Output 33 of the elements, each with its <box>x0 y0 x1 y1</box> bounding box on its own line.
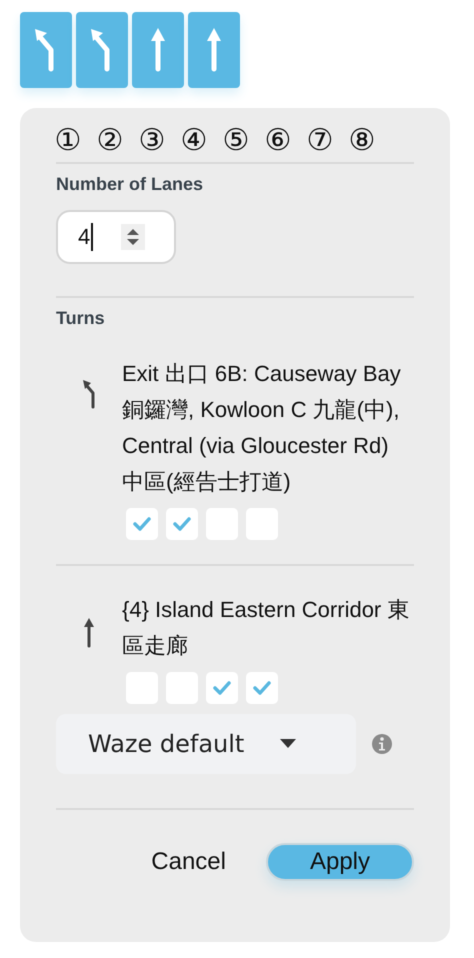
lane-tile[interactable] <box>132 12 184 88</box>
lane-number: ② <box>96 126 124 156</box>
turn-destination: {4} Island Eastern Corridor 東區走廊 <box>122 596 410 660</box>
lane-number: ⑤ <box>222 126 250 156</box>
lane-checkbox[interactable] <box>206 672 238 704</box>
lane-checkbox[interactable] <box>166 508 198 540</box>
section-label: Turns <box>56 307 106 330</box>
info-icon[interactable] <box>372 734 392 754</box>
lane-number: ⑥ <box>264 126 292 156</box>
lane-tile[interactable] <box>20 12 72 88</box>
straight-arrow-icon <box>83 616 95 648</box>
lane-checkbox[interactable] <box>126 508 158 540</box>
check-icon <box>172 516 192 532</box>
lane-number: ⑦ <box>306 126 334 156</box>
cancel-button[interactable]: Cancel <box>147 842 230 882</box>
lane-checkbox[interactable] <box>246 672 278 704</box>
turn-left-arrow-icon <box>81 378 97 410</box>
stepper-icon[interactable] <box>120 224 145 250</box>
check-icon <box>132 516 152 532</box>
angle-dropdown[interactable]: Waze default <box>56 714 356 774</box>
lane-number: ⑧ <box>348 126 376 156</box>
lane-number: ① <box>54 126 82 156</box>
check-icon <box>212 680 232 696</box>
check-icon <box>252 680 272 696</box>
apply-button[interactable]: Apply <box>266 843 414 881</box>
turn-destination: Exit 出口 6B: Causeway Bay 銅鑼灣, Kowloon C 九龍(中), Central (via Gloucester Rd) 中區(經告士打道) <box>122 360 402 496</box>
lane-number: ③ <box>138 126 166 156</box>
lane-number: ④ <box>180 126 208 156</box>
section-label: Number of Lanes <box>56 173 204 196</box>
caret-icon <box>280 739 296 749</box>
lane-tile[interactable] <box>188 12 240 88</box>
lane-count-input[interactable]: 4 <box>56 210 176 264</box>
lane-tile[interactable] <box>76 12 128 88</box>
